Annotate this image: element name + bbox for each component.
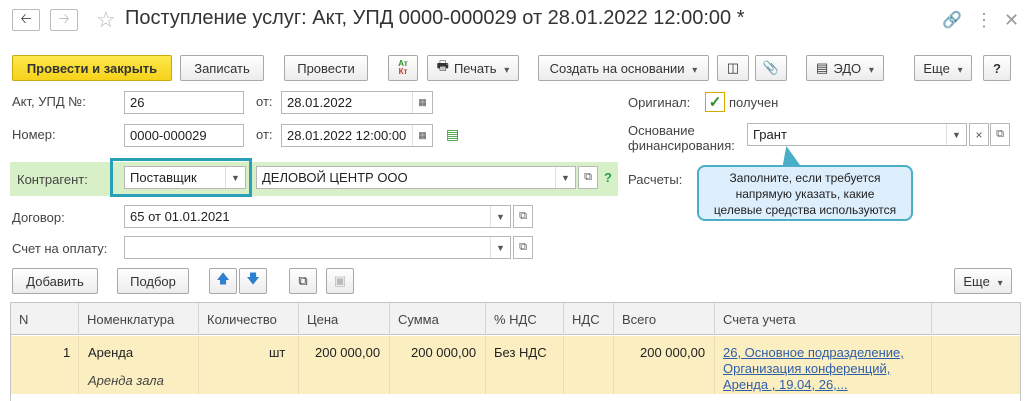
- col-total-header[interactable]: Всего: [614, 303, 715, 335]
- col-sum-header[interactable]: Сумма: [390, 303, 486, 335]
- star-icon[interactable]: ☆: [96, 7, 116, 33]
- help-button[interactable]: ?: [983, 55, 1011, 81]
- structure-icon[interactable]: ◫: [717, 55, 749, 81]
- link-icon[interactable]: 🔗: [942, 10, 962, 30]
- col-vat-rate-header[interactable]: % НДС: [486, 303, 564, 335]
- open-icon[interactable]: ⧉: [990, 123, 1010, 146]
- post-button[interactable]: Провести: [284, 55, 368, 81]
- row-total[interactable]: 200 000,00: [640, 345, 705, 360]
- save-button[interactable]: Записать: [180, 55, 264, 81]
- open-icon[interactable]: ⧉: [513, 205, 533, 228]
- edo-button[interactable]: ▤ ЭДО: [806, 55, 884, 81]
- row-unit: шт: [269, 345, 286, 360]
- row-vat-rate[interactable]: Без НДС: [494, 345, 547, 360]
- print-button[interactable]: 🖶 Печать: [427, 55, 519, 81]
- arrow-right-icon: 🡢: [58, 10, 70, 26]
- col-price-header[interactable]: Цена: [299, 303, 390, 335]
- table-more-button[interactable]: Еще: [954, 268, 1012, 294]
- chevron-down-icon[interactable]: ▼: [490, 206, 510, 227]
- more-vertical-icon[interactable]: ⋮: [975, 10, 993, 31]
- original-checkbox[interactable]: ✓: [705, 92, 725, 112]
- invoice-field[interactable]: ▼: [124, 236, 511, 259]
- close-icon[interactable]: ✕: [1004, 10, 1019, 31]
- forward-button[interactable]: 🡢: [50, 9, 78, 31]
- col-accounts-header[interactable]: Счета учета: [715, 303, 932, 335]
- funding-label: Основание финансирования:: [628, 123, 735, 153]
- number-label: Номер:: [12, 127, 56, 142]
- pick-button[interactable]: Подбор: [117, 268, 189, 294]
- open-icon[interactable]: ⧉: [578, 166, 598, 189]
- attachment-icon[interactable]: 📎: [755, 55, 787, 81]
- chevron-down-icon[interactable]: ▼: [490, 237, 510, 258]
- row-item-description[interactable]: Аренда зала: [88, 373, 164, 388]
- row-accounts-link[interactable]: Аренда , 19.04, 26,...: [723, 377, 848, 392]
- dt-kt-button[interactable]: Ат Кт: [388, 55, 418, 81]
- open-icon[interactable]: ⧉: [513, 236, 533, 259]
- settlements-label: Расчеты:: [628, 172, 683, 187]
- chevron-down-icon[interactable]: ▼: [555, 167, 575, 188]
- contract-label: Договор:: [12, 210, 65, 225]
- row-sum[interactable]: 200 000,00: [411, 345, 476, 360]
- move-up-icon[interactable]: 🡅: [209, 268, 237, 294]
- row-item[interactable]: Аренда: [88, 345, 133, 360]
- contract-field[interactable]: 65 от 01.01.2021 ▼: [124, 205, 511, 228]
- back-button[interactable]: 🡠: [12, 9, 40, 31]
- checkmark-icon: ✓: [708, 94, 722, 111]
- number-date-label: от:: [256, 127, 273, 142]
- post-and-close-button[interactable]: Провести и закрыть: [12, 55, 172, 81]
- edo-icon: ▤: [816, 60, 829, 75]
- clear-icon[interactable]: ×: [969, 123, 989, 146]
- act-number-label: Акт, УПД №:: [12, 94, 86, 109]
- history-icon[interactable]: ▤: [446, 126, 459, 143]
- number-date-field[interactable]: 28.01.2022 12:00:00 ▦: [281, 124, 433, 147]
- highlight-frame: [110, 158, 252, 197]
- chevron-down-icon[interactable]: ▼: [946, 124, 966, 145]
- act-date-label: от:: [256, 94, 273, 109]
- row-accounts-link[interactable]: Организация конференций,: [723, 361, 890, 376]
- table-row[interactable]: 1 Аренда Аренда зала шт 200 000,00 200 0…: [11, 336, 1020, 394]
- col-item-header[interactable]: Номенклатура: [79, 303, 199, 335]
- number-field[interactable]: 0000-000029: [124, 124, 244, 147]
- move-down-icon[interactable]: 🡇: [239, 268, 267, 294]
- row-number: 1: [63, 345, 71, 360]
- invoice-label: Счет на оплату:: [12, 241, 108, 256]
- col-qty-header[interactable]: Количество: [199, 303, 299, 335]
- arrow-left-icon: 🡠: [20, 10, 32, 26]
- original-checkbox-label: получен: [729, 95, 779, 110]
- row-accounts-link[interactable]: 26, Основное подразделение,: [723, 345, 904, 360]
- table-header: N Номенклатура Количество Цена Сумма % Н…: [11, 303, 1020, 335]
- counterparty-help-icon[interactable]: ?: [604, 170, 612, 185]
- col-vat-header[interactable]: НДС: [564, 303, 614, 335]
- create-based-on-button[interactable]: Создать на основании: [538, 55, 709, 81]
- col-n-header[interactable]: N: [11, 303, 79, 335]
- counterparty-label: Контрагент:: [17, 172, 88, 187]
- act-date-field[interactable]: 28.01.2022 ▦: [281, 91, 433, 114]
- tooltip-pointer: [777, 146, 801, 166]
- services-table: N Номенклатура Количество Цена Сумма % Н…: [10, 302, 1021, 401]
- row-price[interactable]: 200 000,00: [315, 345, 380, 360]
- printer-icon: 🖶: [436, 58, 449, 73]
- add-row-button[interactable]: Добавить: [12, 268, 98, 294]
- counterparty-name-field[interactable]: ДЕЛОВОЙ ЦЕНТР ООО ▼: [256, 166, 576, 189]
- calendar-icon[interactable]: ▦: [412, 125, 432, 146]
- funding-field[interactable]: Грант ▼: [747, 123, 967, 146]
- hint-tooltip: Заполните, если требуется напрямую указа…: [697, 165, 913, 221]
- original-label: Оригинал:: [628, 95, 691, 110]
- paste-icon[interactable]: ▣: [326, 268, 354, 294]
- act-number-field[interactable]: 26: [124, 91, 244, 114]
- copy-icon[interactable]: ⧉: [289, 268, 317, 294]
- more-button[interactable]: Еще: [914, 55, 972, 81]
- page-title: Поступление услуг: Акт, УПД 0000-000029 …: [125, 7, 745, 29]
- calendar-icon[interactable]: ▦: [412, 92, 432, 113]
